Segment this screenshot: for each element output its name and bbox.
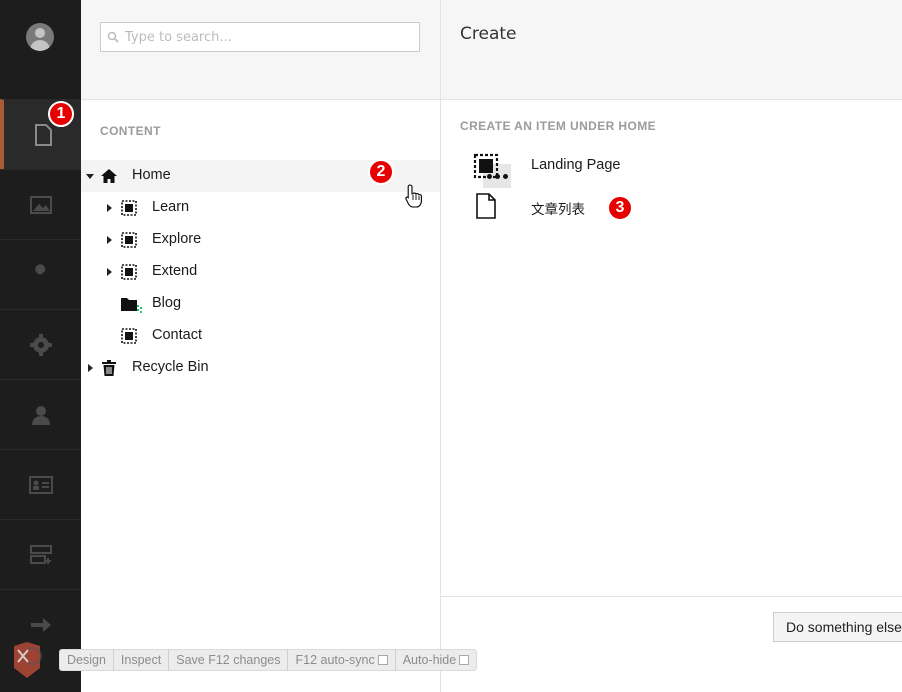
- home-icon: [101, 169, 117, 183]
- section-developer[interactable]: [0, 309, 81, 379]
- wrench-icon: [32, 263, 45, 283]
- debug-toolbar: Design Inspect Save F12 changes F12 auto…: [59, 649, 478, 671]
- tree-item-learn[interactable]: Learn: [81, 192, 440, 224]
- do-something-else-button[interactable]: Do something else: [773, 612, 902, 642]
- autohide-toggle[interactable]: Auto-hide: [396, 649, 477, 671]
- search-icon: [107, 31, 119, 43]
- tree-item-label: Recycle Bin: [132, 359, 209, 375]
- section-settings[interactable]: [0, 239, 81, 309]
- content-tree-panel: CONTENT Home Learn Explore Extend Blog C…: [81, 0, 511, 692]
- annotation-badge-2: 2: [368, 159, 394, 185]
- debugger-logo-icon[interactable]: [12, 640, 42, 680]
- tree-item-label: Explore: [152, 231, 202, 247]
- landing-page-icon: [121, 200, 137, 216]
- inspect-button[interactable]: Inspect: [114, 649, 170, 671]
- tree-header: [81, 0, 440, 100]
- tree-item-label: Extend: [152, 263, 198, 279]
- section-users[interactable]: [0, 379, 81, 449]
- content-icon: [34, 123, 52, 146]
- gear-icon: [29, 333, 52, 356]
- tree-item-recycle-bin[interactable]: Recycle Bin: [81, 352, 440, 384]
- create-panel: Create CREATE AN ITEM UNDER HOME Landing…: [441, 0, 902, 692]
- create-item-label: 文章列表: [531, 202, 585, 218]
- autohide-checkbox[interactable]: [459, 655, 470, 665]
- trash-icon: [102, 360, 116, 376]
- avatar-head: [35, 28, 45, 38]
- tree-item-label: Learn: [152, 199, 190, 215]
- landing-page-icon: [121, 328, 137, 344]
- media-icon: [29, 195, 52, 214]
- tree-item-extend[interactable]: Extend: [81, 256, 440, 288]
- landing-page-icon: [121, 232, 137, 248]
- member-card-icon: [28, 475, 53, 494]
- tree-item-label: Blog: [152, 295, 182, 311]
- annotation-badge-1: 1: [48, 101, 74, 127]
- user-avatar[interactable]: [26, 23, 54, 51]
- create-section-label: CREATE AN ITEM UNDER HOME: [460, 119, 656, 133]
- tree-item-label: Contact: [152, 327, 202, 343]
- tree-item-blog[interactable]: Blog: [81, 288, 440, 320]
- forms-icon: [29, 544, 52, 564]
- content-section-label: CONTENT: [100, 124, 161, 138]
- document-icon: [476, 193, 496, 219]
- tree-item-explore[interactable]: Explore: [81, 224, 440, 256]
- autohide-label: Auto-hide: [402, 653, 457, 667]
- caret-right-icon[interactable]: [107, 236, 112, 244]
- autosync-toggle[interactable]: F12 auto-sync: [288, 649, 396, 671]
- section-members[interactable]: [0, 449, 81, 519]
- create-footer: Do something else: [441, 596, 902, 692]
- section-media[interactable]: [0, 169, 81, 239]
- caret-down-icon[interactable]: [86, 174, 94, 179]
- autosync-label: F12 auto-sync: [295, 653, 375, 667]
- folder-icon: [121, 298, 142, 313]
- design-button[interactable]: Design: [60, 649, 114, 671]
- search-input[interactable]: [125, 23, 415, 51]
- create-item-label: Landing Page: [531, 157, 621, 173]
- caret-right-icon[interactable]: [107, 268, 112, 276]
- search-box[interactable]: [100, 22, 420, 52]
- caret-right-icon[interactable]: [107, 204, 112, 212]
- tree-item-contact[interactable]: Contact: [81, 320, 440, 352]
- create-header: Create: [441, 0, 902, 100]
- landing-page-icon: [121, 264, 137, 280]
- landing-page-icon: [473, 153, 499, 179]
- user-icon: [31, 405, 50, 425]
- caret-right-icon[interactable]: [88, 364, 93, 372]
- save-changes-button[interactable]: Save F12 changes: [169, 649, 289, 671]
- create-title: Create: [460, 24, 517, 44]
- annotation-badge-3: 3: [607, 195, 633, 221]
- tree-item-label: Home: [132, 167, 171, 183]
- section-forms[interactable]: [0, 519, 81, 589]
- arrow-right-icon: [30, 617, 51, 632]
- hand-cursor-icon: [405, 184, 422, 208]
- avatar-body: [30, 40, 50, 51]
- autosync-checkbox[interactable]: [377, 655, 388, 665]
